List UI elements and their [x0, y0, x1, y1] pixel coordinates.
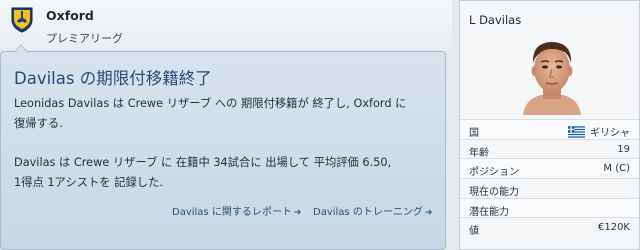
attr-value: €120K [597, 222, 630, 234]
club-header: Oxford プレミアリーグ [0, 0, 452, 50]
attr-label: 年齢 [469, 147, 489, 159]
news-paragraph-2-line-1: Davilas は Crewe リザーブ に 在籍中 34試合に 出場して 平均… [14, 156, 392, 169]
attr-row-current-ability: 現在の能力 [460, 178, 639, 198]
player-face-icon[interactable] [515, 33, 589, 115]
attr-row-value: 値 €120K [460, 217, 639, 237]
attr-row-position: ポジション M (C) [460, 158, 639, 178]
news-paragraph-1-line-1: Leonidas Davilas は Crewe リザーブ への 期限付移籍が … [14, 97, 407, 110]
news-card: Davilas の期限付移籍終了 Leonidas Davilas は Crew… [0, 51, 446, 250]
player-panel: L Davilas 国 ギリシャ 年齢 19 ポジション M (C) 現在の能力… [459, 0, 640, 250]
attr-label: 国 [469, 128, 479, 139]
attr-value: 19 [617, 143, 630, 155]
news-title: Davilas の期限付移籍終了 [14, 69, 212, 88]
greece-flag-icon [568, 126, 585, 138]
arrow-right-icon: ➜ [424, 208, 433, 218]
player-report-link-label: Davilas に関するレポート [172, 207, 292, 218]
player-training-link[interactable]: Davilas のトレーニング ➜ [313, 203, 432, 218]
player-training-link-label: Davilas のトレーニング [313, 207, 423, 218]
player-name[interactable]: L Davilas [469, 13, 521, 27]
arrow-right-icon: ➜ [293, 208, 302, 218]
league-name[interactable]: プレミアリーグ [46, 30, 123, 46]
news-paragraph-2: Davilas は Crewe リザーブ に 在籍中 34試合に 出場して 平均… [14, 153, 434, 193]
attr-label: ポジション [469, 167, 519, 179]
attr-label: 潜在能力 [469, 206, 509, 218]
attr-row-nation: 国 ギリシャ [460, 119, 639, 139]
news-paragraph-1: Leonidas Davilas は Crewe リザーブ への 期限付移籍が … [14, 94, 434, 134]
attr-value: M (C) [603, 163, 630, 175]
attr-value-text: ギリシャ [590, 128, 630, 139]
club-crest-icon[interactable] [11, 7, 33, 33]
attr-row-potential-ability: 潜在能力 [460, 197, 639, 218]
attr-value[interactable]: ギリシャ [568, 124, 630, 139]
player-report-link[interactable]: Davilas に関するレポート ➜ [172, 203, 301, 218]
attr-label: 現在の能力 [469, 187, 519, 199]
news-paragraph-1-line-2: 復帰する. [14, 117, 63, 130]
news-card-pointer [14, 44, 28, 52]
attr-label: 値 [469, 226, 479, 238]
news-paragraph-2-line-2: 1得点 1アシストを 記録した. [14, 176, 163, 189]
player-attributes: 国 ギリシャ 年齢 19 ポジション M (C) 現在の能力 潜在能力 値 €1… [460, 119, 639, 237]
attr-row-age: 年齢 19 [460, 138, 639, 159]
club-name[interactable]: Oxford [46, 8, 94, 23]
